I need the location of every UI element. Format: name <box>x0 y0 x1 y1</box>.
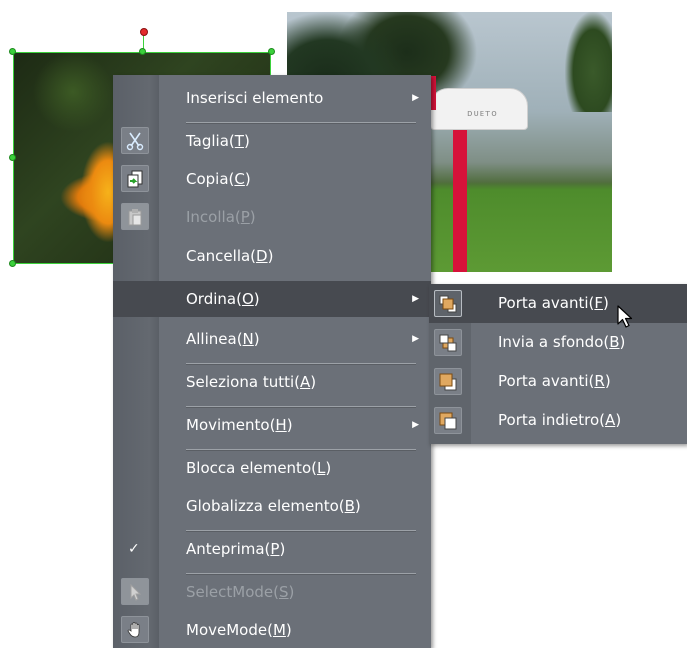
context-menu: Inserisci elemento ▶ Taglia(T) Copia(C) … <box>113 75 431 648</box>
menu-item-label: SelectMode(S) <box>186 583 295 601</box>
submenu-item-label: Porta avanti(R) <box>498 372 611 390</box>
menu-item-movemode[interactable]: MoveMode(M) <box>113 612 431 648</box>
mailbox-box: ᴅᴜᴇᴛᴏ <box>430 88 528 130</box>
submenu-item-label: Porta avanti(F) <box>498 294 609 312</box>
menu-item-cancella[interactable]: Cancella(D) <box>113 238 431 274</box>
menu-item-label: Incolla(P) <box>186 208 256 226</box>
checkmark-icon: ✓ <box>128 541 140 557</box>
bring-forward-icon <box>434 368 462 395</box>
submenu-item-invia-a-sfondo[interactable]: Invia a sfondo(B) <box>429 323 687 362</box>
resize-handle-top[interactable] <box>139 48 146 55</box>
menu-item-label: Inserisci elemento <box>186 89 324 107</box>
rotation-handle[interactable] <box>140 28 148 36</box>
submenu-item-label: Porta indietro(A) <box>498 411 622 429</box>
menu-item-label: Seleziona tutti(A) <box>186 373 317 391</box>
resize-handle-bottom-left[interactable] <box>9 260 16 267</box>
paste-icon <box>121 203 149 230</box>
menu-item-allinea[interactable]: Allinea(N) ▶ <box>113 321 431 357</box>
menu-item-taglia[interactable]: Taglia(T) <box>113 123 431 159</box>
mouse-cursor-icon <box>617 305 633 328</box>
submenu-item-porta-indietro[interactable]: Porta indietro(A) <box>429 401 687 440</box>
send-backward-icon <box>434 407 462 434</box>
submenu-item-porta-avanti-f[interactable]: Porta avanti(F) <box>429 284 687 323</box>
pointer-icon <box>121 578 149 605</box>
submenu-arrow-icon: ▶ <box>412 294 419 304</box>
menu-item-movimento[interactable]: Movimento(H) ▶ <box>113 407 431 443</box>
resize-handle-top-right[interactable] <box>268 48 275 55</box>
menu-item-label: Movimento(H) <box>186 416 293 434</box>
menu-item-label: Ordina(O) <box>186 290 260 308</box>
submenu-arrow-icon: ▶ <box>412 420 419 430</box>
hand-icon <box>121 616 149 643</box>
mailbox-post <box>453 108 467 272</box>
ordina-submenu: Porta avanti(F) Invia a sfondo(B) Porta … <box>429 284 687 444</box>
scissors-icon <box>121 127 149 154</box>
menu-item-label: Copia(C) <box>186 170 251 188</box>
menu-item-anteprima[interactable]: ✓ Anteprima(P) <box>113 531 431 567</box>
send-to-back-icon <box>434 329 462 356</box>
resize-handle-top-left[interactable] <box>9 48 16 55</box>
bring-to-front-icon <box>434 290 462 317</box>
menu-item-inserisci-elemento[interactable]: Inserisci elemento ▶ <box>113 80 431 116</box>
submenu-item-porta-avanti-r[interactable]: Porta avanti(R) <box>429 362 687 401</box>
menu-item-label: Cancella(D) <box>186 247 274 265</box>
resize-handle-left[interactable] <box>9 154 16 161</box>
menu-item-label: Allinea(N) <box>186 330 260 348</box>
menu-item-label: Blocca elemento(L) <box>186 459 332 477</box>
submenu-item-label: Invia a sfondo(B) <box>498 333 626 351</box>
menu-item-copia[interactable]: Copia(C) <box>113 161 431 197</box>
menu-item-label: Anteprima(P) <box>186 540 286 558</box>
menu-item-selectmode[interactable]: SelectMode(S) <box>113 574 431 610</box>
submenu-arrow-icon: ▶ <box>412 93 419 103</box>
submenu-arrow-icon: ▶ <box>412 334 419 344</box>
menu-item-seleziona-tutti[interactable]: Seleziona tutti(A) <box>113 364 431 400</box>
menu-item-blocca-elemento[interactable]: Blocca elemento(L) <box>113 450 431 486</box>
copy-icon <box>121 165 149 192</box>
menu-item-incolla[interactable]: Incolla(P) <box>113 199 431 235</box>
menu-item-label: Taglia(T) <box>186 132 250 150</box>
menu-item-label: MoveMode(M) <box>186 621 292 639</box>
active-gutter <box>113 281 159 317</box>
menu-item-label: Globalizza elemento(B) <box>186 497 361 515</box>
menu-item-globalizza-elemento[interactable]: Globalizza elemento(B) <box>113 488 431 524</box>
tree-foliage <box>565 12 612 112</box>
menu-item-ordina[interactable]: Ordina(O) ▶ <box>113 281 431 317</box>
mailbox-lettering: ᴅᴜᴇᴛᴏ <box>467 109 498 119</box>
